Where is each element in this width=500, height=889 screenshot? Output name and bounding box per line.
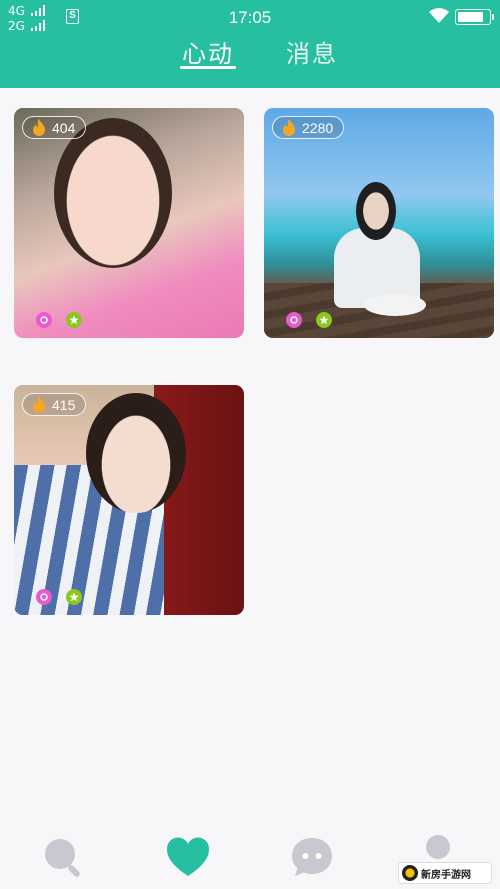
star-icon bbox=[66, 312, 82, 328]
battery-level bbox=[458, 12, 483, 22]
status-bar: 4G 2G S 17:05 bbox=[0, 0, 500, 34]
battery-icon bbox=[455, 9, 494, 25]
profile-card[interactable]: 415 bbox=[14, 385, 244, 615]
profile-photo-plate bbox=[364, 294, 426, 316]
profile-photo-face bbox=[356, 182, 396, 240]
top-tabs: 心动 消息 bbox=[0, 34, 500, 88]
popularity-badge: 415 bbox=[22, 393, 87, 416]
profile-photo bbox=[54, 118, 172, 268]
flame-icon bbox=[283, 118, 295, 136]
popularity-count: 415 bbox=[52, 396, 76, 413]
star-icon bbox=[66, 589, 82, 605]
voice-icon bbox=[36, 312, 52, 328]
status-time: 17:05 bbox=[228, 8, 272, 27]
profile-photo bbox=[86, 393, 186, 513]
card-tags bbox=[36, 589, 82, 605]
tab-messages[interactable]: 消息 bbox=[286, 34, 338, 69]
profile-card[interactable]: 404 bbox=[14, 108, 244, 338]
nav-heart-button[interactable] bbox=[163, 832, 213, 882]
flame-icon bbox=[33, 395, 45, 413]
nav-chat-button[interactable] bbox=[287, 832, 337, 882]
voice-icon bbox=[286, 312, 302, 328]
tab-heartbeat[interactable]: 心动 bbox=[182, 34, 234, 69]
popularity-badge: 2280 bbox=[272, 116, 345, 139]
watermark-icon bbox=[402, 865, 418, 881]
nav-search-button[interactable] bbox=[38, 832, 88, 882]
star-icon bbox=[316, 312, 332, 328]
watermark-logo: 新房手游网 bbox=[398, 862, 492, 884]
wifi-icon bbox=[429, 8, 449, 23]
card-tags bbox=[286, 312, 332, 328]
active-tab-indicator bbox=[180, 66, 236, 69]
popularity-badge: 404 bbox=[22, 116, 87, 139]
app-header: 4G 2G S 17:05 心动 消息 bbox=[0, 0, 500, 88]
search-icon bbox=[45, 839, 80, 877]
popularity-count: 2280 bbox=[302, 119, 334, 136]
card-tags bbox=[36, 312, 82, 328]
heart-icon bbox=[166, 837, 210, 876]
chat-icon bbox=[292, 838, 332, 876]
watermark-text: 新房手游网 bbox=[421, 869, 471, 881]
flame-icon bbox=[33, 118, 45, 136]
voice-icon bbox=[36, 589, 52, 605]
profile-card[interactable]: 2280 bbox=[264, 108, 494, 338]
popularity-count: 404 bbox=[52, 119, 76, 136]
